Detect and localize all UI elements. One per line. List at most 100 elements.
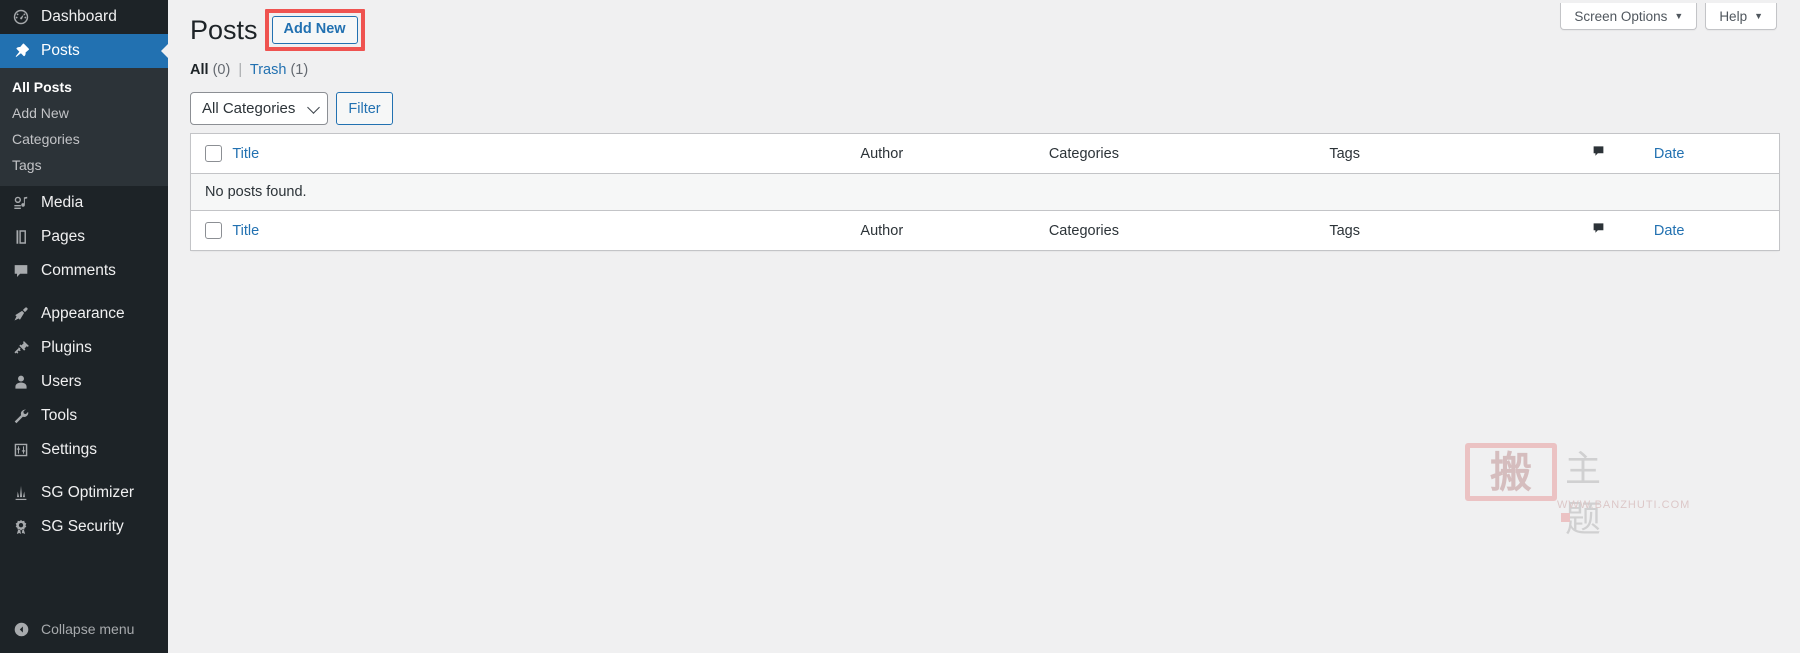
comment-bubble-icon: [1591, 221, 1606, 240]
sidebar-item-settings[interactable]: Settings: [0, 433, 168, 467]
column-header-tags: Tags: [1329, 133, 1592, 174]
column-header-author: Author: [860, 133, 1049, 174]
view-all-count: (0): [212, 62, 231, 78]
sidebar-item-users[interactable]: Users: [0, 365, 168, 399]
column-tags-label: Tags: [1329, 145, 1360, 162]
chevron-down-icon: ▼: [1754, 10, 1763, 21]
sidebar-item-label: Pages: [41, 228, 85, 246]
column-title-link[interactable]: Title: [232, 146, 259, 162]
sidebar-item-comments[interactable]: Comments: [0, 254, 168, 288]
category-filter-value: All Categories: [202, 100, 296, 117]
appearance-brush-icon: [10, 303, 32, 325]
page-title-row: Posts Add New: [190, 9, 365, 52]
column-footer-tags: Tags: [1329, 210, 1592, 251]
sidebar-separator-2: [0, 467, 168, 476]
sidebar-item-label: Tools: [41, 407, 78, 425]
help-label: Help: [1719, 8, 1748, 24]
post-status-views: All (0) | Trash (1): [190, 62, 308, 78]
add-new-button[interactable]: Add New: [271, 16, 358, 45]
select-all-footer-header: [190, 210, 233, 251]
sidebar-item-label: SG Optimizer: [41, 484, 135, 502]
watermark-square-icon: [1561, 512, 1570, 522]
filter-button[interactable]: Filter: [336, 92, 393, 125]
column-header-title: Title: [232, 133, 861, 174]
sidebar-item-posts[interactable]: Posts: [0, 34, 169, 68]
users-icon: [10, 371, 32, 393]
sidebar-item-sg-optimizer[interactable]: SG Optimizer: [0, 476, 168, 510]
add-new-highlight-annotation: Add New: [264, 9, 365, 52]
table-body: No posts found.: [190, 173, 1780, 211]
watermark-url-text: WWW.BANZHUTI.COM: [1557, 499, 1691, 511]
comment-bubble-icon: [1591, 144, 1606, 163]
sidebar-item-label: Posts: [41, 42, 80, 60]
table-header-row: Title Author Categories Tags Date: [190, 133, 1780, 174]
table-filter-bar: All Categories Filter: [190, 92, 393, 125]
column-date-link[interactable]: Date: [1654, 146, 1685, 162]
column-footer-comments: [1591, 210, 1654, 251]
screen-options-label: Screen Options: [1574, 8, 1668, 24]
sg-optimizer-icon: [10, 482, 32, 504]
view-trash-link[interactable]: Trash: [250, 62, 287, 78]
column-categories-label-footer: Categories: [1048, 222, 1119, 239]
sidebar-item-appearance[interactable]: Appearance: [0, 297, 168, 331]
sidebar-subitem-all-posts[interactable]: All Posts: [0, 74, 168, 100]
sidebar-item-dashboard[interactable]: Dashboard: [0, 0, 168, 34]
sidebar-separator-1: [0, 288, 168, 297]
sidebar-item-label: Users: [41, 373, 82, 391]
select-all-checkbox[interactable]: [205, 145, 222, 162]
sidebar-item-label: Dashboard: [41, 8, 117, 26]
dashboard-icon: [10, 6, 32, 28]
page-title: Posts: [190, 14, 258, 45]
view-all-link[interactable]: All: [190, 62, 209, 78]
sidebar-item-label: SG Security: [41, 518, 124, 536]
column-header-comments: [1591, 133, 1654, 174]
column-author-label: Author: [860, 145, 904, 162]
view-trash-count: (1): [290, 62, 309, 78]
sidebar-item-tools[interactable]: Tools: [0, 399, 168, 433]
column-footer-author: Author: [860, 210, 1049, 251]
collapse-menu-button[interactable]: Collapse menu: [0, 613, 168, 645]
watermark-chars: 主 题: [1565, 449, 1612, 540]
column-footer-date: Date: [1653, 210, 1780, 251]
column-footer-title: Title: [232, 210, 861, 251]
column-footer-categories: Categories: [1048, 210, 1330, 251]
column-title-link-footer[interactable]: Title: [232, 223, 259, 239]
sidebar-subitem-add-new[interactable]: Add New: [0, 100, 168, 126]
no-posts-message: No posts found.: [190, 173, 1780, 211]
table-footer-row: Title Author Categories Tags Date: [190, 210, 1780, 251]
plugins-plug-icon: [10, 337, 32, 359]
collapse-menu-label: Collapse menu: [41, 621, 135, 637]
chevron-down-icon: ▼: [1674, 10, 1684, 21]
sidebar-item-media[interactable]: Media: [0, 186, 168, 220]
select-all-header: [190, 133, 233, 174]
select-all-checkbox-footer[interactable]: [205, 222, 222, 239]
sidebar-item-pages[interactable]: Pages: [0, 220, 168, 254]
admin-content: Screen Options ▼ Help ▼ Posts Add New Al…: [168, 0, 1800, 653]
view-separator: |: [238, 62, 243, 78]
column-date-link-footer[interactable]: Date: [1654, 223, 1685, 239]
sidebar-subitem-tags[interactable]: Tags: [0, 152, 168, 178]
column-header-categories: Categories: [1048, 133, 1330, 174]
sidebar-item-sg-security[interactable]: SG Security: [0, 510, 168, 544]
admin-sidebar: Dashboard Posts All Posts Add New Catego…: [0, 0, 169, 653]
collapse-arrow-icon: [10, 618, 32, 640]
pages-icon: [10, 226, 32, 248]
sidebar-item-label: Settings: [41, 441, 98, 459]
sidebar-item-label: Comments: [41, 262, 116, 280]
help-button[interactable]: Help ▼: [1705, 3, 1777, 30]
tools-wrench-icon: [10, 405, 32, 427]
posts-list-table: Title Author Categories Tags Date No pos…: [190, 133, 1780, 251]
category-filter-select[interactable]: All Categories: [190, 92, 329, 125]
posts-submenu: All Posts Add New Categories Tags: [0, 68, 168, 186]
pin-icon: [10, 40, 32, 62]
watermark: 搬 主 题 WWW.BANZHUTI.COM: [1465, 443, 1689, 540]
sidebar-subitem-categories[interactable]: Categories: [0, 126, 168, 152]
chevron-down-icon: [307, 100, 321, 114]
screen-meta-links: Screen Options ▼ Help ▼: [1560, 3, 1777, 30]
screen-options-button[interactable]: Screen Options ▼: [1560, 3, 1698, 30]
table-head: Title Author Categories Tags Date: [190, 133, 1780, 174]
sidebar-item-plugins[interactable]: Plugins: [0, 331, 168, 365]
table-foot: Title Author Categories Tags Date: [190, 210, 1780, 251]
sidebar-item-label: Plugins: [41, 339, 92, 357]
column-tags-label-footer: Tags: [1329, 222, 1360, 239]
